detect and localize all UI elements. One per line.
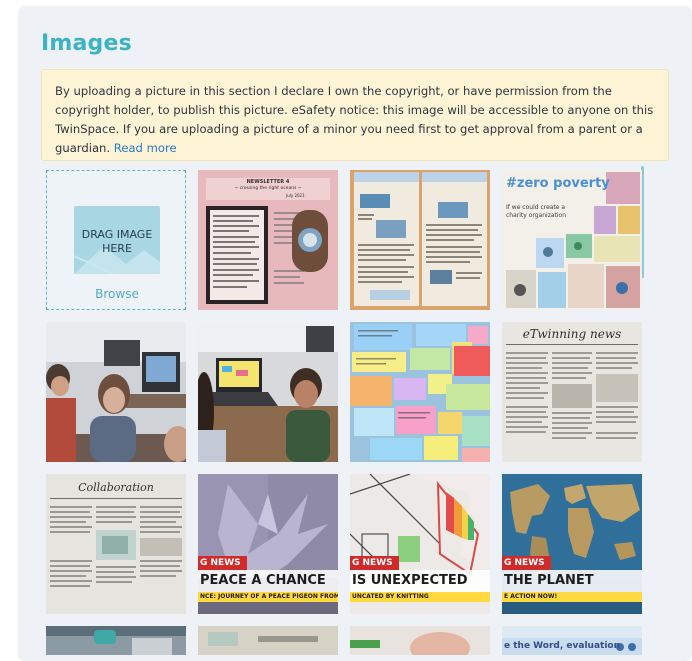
peace-title: PEACE A CHANCE	[198, 570, 338, 592]
evaluation-caption: e the Word, evaluation	[504, 641, 620, 651]
thumbnail-document[interactable]	[350, 170, 490, 310]
partial-image-3	[350, 626, 490, 655]
thumbnail-partial-1[interactable]	[46, 626, 186, 655]
sticky-notes-image	[350, 322, 490, 462]
thumbnail-classroom-photo-1[interactable]	[46, 322, 186, 462]
partial-image-1	[46, 626, 186, 655]
news-tag: G NEWS	[350, 556, 399, 570]
thumbnail-collaboration[interactable]: Collaboration	[46, 474, 186, 614]
thumbnail-zero-poverty[interactable]: #zero poverty If we could create a chari…	[502, 170, 642, 310]
thumbnail-unexpected-news[interactable]: G NEWS IS UNEXPECTED UNCATED BY KNITTING	[350, 474, 490, 614]
classroom-photo-1	[46, 322, 186, 462]
thumbnail-newsletter[interactable]: NEWSLETTER 4 ~ crossing the right oceans…	[198, 170, 338, 310]
newsletter-image	[198, 170, 338, 310]
collaboration-title: Collaboration	[78, 481, 154, 494]
planet-subtitle: E ACTION NOW!	[502, 592, 642, 602]
zero-poverty-image	[502, 170, 642, 310]
image-grid: DRAG IMAGE HERE Browse NEWSLETTER 4 ~ cr…	[46, 170, 662, 655]
news-tag: G NEWS	[502, 556, 551, 570]
peace-subtitle: NCE: JOURNEY OF A PEACE PIGEON FROM THE …	[198, 592, 338, 602]
thumbnail-partial-3[interactable]	[350, 626, 490, 655]
collaboration-image	[46, 474, 186, 614]
zero-poverty-title: #zero poverty	[506, 176, 610, 191]
dropzone-box: DRAG IMAGE HERE	[74, 206, 160, 274]
newsletter-subtitle: ~ crossing the right oceans ~	[234, 186, 302, 191]
copyright-notice: By uploading a picture in this section I…	[41, 69, 669, 161]
newsletter-date: July 2021	[286, 193, 305, 198]
thumbnail-peace-news[interactable]: G NEWS PEACE A CHANCE NCE: JOURNEY OF A …	[198, 474, 338, 614]
thumbnail-evaluation[interactable]: e the Word, evaluation	[502, 626, 642, 655]
unexpected-title: IS UNEXPECTED	[350, 570, 490, 592]
classroom-photo-2	[198, 322, 338, 462]
thumbnail-partial-2[interactable]	[198, 626, 338, 655]
thumbnail-classroom-photo-2[interactable]	[198, 322, 338, 462]
document-image	[350, 170, 490, 310]
partial-image-2	[198, 626, 338, 655]
planet-title: THE PLANET	[502, 570, 642, 592]
unexpected-subtitle: UNCATED BY KNITTING	[350, 592, 490, 602]
thumbnail-planet-news[interactable]: G NEWS THE PLANET E ACTION NOW!	[502, 474, 642, 614]
dropzone-text: DRAG IMAGE HERE	[81, 228, 153, 255]
read-more-link[interactable]: Read more	[114, 141, 177, 155]
thumbnail-twinning-news[interactable]: eTwinning news	[502, 322, 642, 462]
twinning-news-title: eTwinning news	[522, 327, 622, 341]
section-title: Images	[41, 31, 132, 56]
image-dropzone[interactable]: DRAG IMAGE HERE Browse	[46, 170, 186, 310]
twinning-news-image	[502, 322, 642, 462]
news-tag: G NEWS	[198, 556, 247, 570]
browse-link[interactable]: Browse	[47, 287, 185, 301]
thumbnail-sticky-notes[interactable]	[350, 322, 490, 462]
zero-poverty-subtitle: If we could create a charity organizatio…	[506, 204, 567, 219]
newsletter-title: NEWSLETTER 4	[246, 179, 290, 185]
